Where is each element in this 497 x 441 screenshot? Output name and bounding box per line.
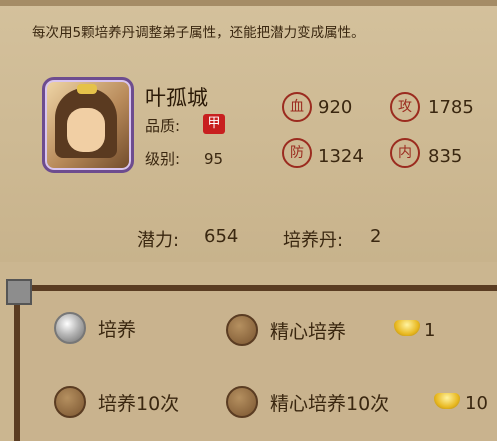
- option-label: 培养: [98, 318, 137, 341]
- attack-icon: 攻: [390, 92, 420, 122]
- defense-icon: 防: [282, 138, 312, 168]
- level-value: 95: [204, 150, 224, 168]
- internal-icon: 内: [390, 138, 420, 168]
- character-avatar: [42, 77, 134, 173]
- top-border: [0, 0, 497, 6]
- character-name: 叶孤城: [145, 86, 208, 110]
- level-label: 级别:: [145, 150, 181, 168]
- radio-icon[interactable]: [226, 314, 258, 346]
- notice-text: 每次用5颗培养丹调整弟子属性，还能把潜力变成属性。: [32, 25, 365, 41]
- hp-value: 920: [318, 97, 353, 118]
- pill-value: 2: [370, 226, 382, 247]
- option-careful-train-10x[interactable]: 精心培养10次: [226, 386, 389, 418]
- cost-value: 10: [465, 393, 488, 414]
- option-label: 精心培养: [270, 320, 347, 343]
- option-label: 精心培养10次: [270, 392, 390, 415]
- radio-icon[interactable]: [54, 386, 86, 418]
- option-label: 培养10次: [98, 392, 180, 415]
- avatar-crown: [77, 84, 97, 94]
- radio-icon[interactable]: [54, 312, 86, 344]
- hp-icon: 血: [282, 92, 312, 122]
- potential-label: 潜力:: [137, 230, 180, 251]
- pill-label: 培养丹:: [283, 230, 344, 251]
- avatar-face: [67, 108, 105, 152]
- quality-badge: 甲: [203, 114, 225, 134]
- cost-value: 1: [424, 320, 436, 341]
- attack-value: 1785: [428, 97, 474, 118]
- panel-corner-ornament: [6, 279, 32, 305]
- defense-value: 1324: [318, 146, 364, 167]
- radio-icon[interactable]: [226, 386, 258, 418]
- quality-label: 品质:: [145, 117, 181, 135]
- internal-value: 835: [428, 146, 463, 167]
- potential-value: 654: [204, 226, 239, 247]
- option-train-10x[interactable]: 培养10次: [54, 386, 179, 418]
- option-careful-train[interactable]: 精心培养: [226, 314, 346, 346]
- option-train[interactable]: 培养: [54, 312, 136, 344]
